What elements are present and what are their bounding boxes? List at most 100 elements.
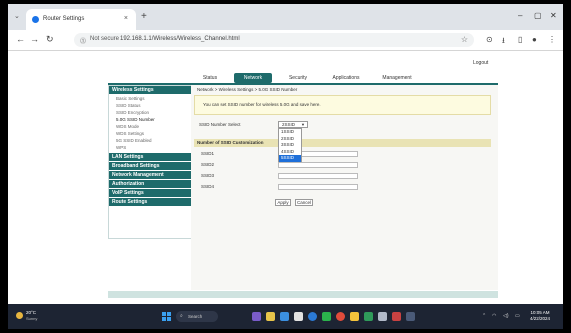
windows-start-icon[interactable] [162, 312, 171, 321]
logout-link[interactable]: Logout [473, 60, 488, 66]
dropdown-option[interactable]: 1SSID [279, 129, 301, 136]
sidebar-section-voip[interactable]: VoIP Settings [109, 189, 191, 197]
sidebar-item-5g-ssid-number[interactable]: 5.0G SSID Number [116, 117, 155, 122]
sidebar-item-ssid-status[interactable]: SSID Status [116, 103, 141, 108]
breadcrumb: Network > Wireless Settings > 5.0G SSID … [197, 87, 298, 92]
sidebar-section-broadband[interactable]: Broadband Settings [109, 162, 191, 170]
tab-strip: ⌄ Router Settings × + – ▢ ✕ [8, 4, 563, 30]
minimize-button[interactable]: – [518, 11, 522, 20]
browser-menu-icon[interactable]: ⋮ [548, 35, 556, 44]
security-label: Not secure [90, 36, 120, 42]
maximize-button[interactable]: ▢ [534, 11, 542, 20]
ssid3-label: SSID3 [201, 173, 215, 178]
ssid-number-dropdown-list: 1SSID 2SSID 3SSID 4SSID 5SSID [278, 128, 302, 162]
taskbar-search-input[interactable]: ⌕ Search [176, 311, 218, 322]
reload-button[interactable]: ↻ [46, 34, 54, 45]
back-button[interactable]: ← [16, 34, 25, 44]
ssid-number-value: 2SSID [282, 122, 296, 127]
chrome-icon[interactable] [336, 312, 345, 321]
tray-overflow-icon[interactable]: ⌃ [482, 313, 486, 319]
tab-title: Router Settings [43, 16, 85, 22]
clock[interactable]: 10:05 AM 4/22/2024 [530, 310, 550, 322]
info-note: You can set SSID number for wireless 5.0… [194, 95, 491, 115]
weather-widget[interactable]: 20°C Sunny [16, 308, 46, 324]
app-icon[interactable] [392, 312, 401, 321]
sidebar-item-wds-settings[interactable]: WDS Settings [116, 131, 144, 136]
volume-icon[interactable]: ◁) [503, 313, 509, 319]
app-icon[interactable] [294, 312, 303, 321]
app-icon[interactable] [406, 312, 415, 321]
tab-close-icon[interactable]: × [124, 15, 128, 22]
ssid4-input[interactable] [278, 184, 358, 190]
url-input[interactable]: ⓵ Not secure 192.168.1.1/Wireless/Wirele… [74, 33, 474, 47]
ssid-number-label: SSID Number Select [199, 122, 241, 127]
dropdown-option[interactable]: 2SSID [279, 136, 301, 143]
clock-date: 4/22/2024 [530, 316, 551, 321]
download-icon[interactable]: ⭳ [502, 35, 505, 49]
sidebar-item-basic-settings[interactable]: Basic Settings [116, 96, 145, 101]
tab-management[interactable]: Management [372, 73, 422, 83]
new-tab-button[interactable]: + [141, 11, 147, 22]
taskbar: 20°C Sunny ⌕ Search ⌃ ◠ ◁) ▭ 10:05 AM 4/… [8, 304, 563, 329]
chevron-down-icon: ▼ [301, 122, 305, 127]
sidebar-item-ssid-encryption[interactable]: SSID Encryption [116, 110, 149, 115]
ssid-table-header: Number of SSID Customization [194, 139, 491, 147]
browser-window: ⌄ Router Settings × + – ▢ ✕ ← → ↻ ⓵ Not … [8, 4, 563, 329]
apply-button[interactable]: Apply [275, 199, 291, 206]
sidebar-section-network-management[interactable]: Network Management [109, 171, 191, 179]
sidebar-section-lan[interactable]: LAN Settings [109, 153, 191, 161]
folder-icon[interactable] [350, 312, 359, 321]
weather-temp: 20°C [26, 310, 37, 315]
sidebar-icon[interactable]: ▯ [518, 35, 522, 44]
cancel-button[interactable]: Cancel [295, 199, 313, 206]
file-explorer-icon[interactable] [280, 312, 289, 321]
sidebar: Wireless Settings Basic Settings SSID St… [108, 85, 192, 239]
ssid2-label: SSID2 [201, 162, 215, 167]
tab-list-icon[interactable]: ⌄ [14, 12, 20, 20]
ssid-number-select[interactable]: 2SSID ▼ [278, 121, 308, 128]
weather-condition: Sunny [26, 316, 38, 321]
sidebar-section-authorization[interactable]: Authorization [109, 180, 191, 188]
app-icon[interactable] [378, 312, 387, 321]
sidebar-item-wps[interactable]: WPS [116, 145, 126, 150]
footer-strip [108, 291, 498, 298]
tab-applications[interactable]: Applications [324, 73, 368, 83]
url-text: 192.168.1.1/Wireless/Wireless_Channel.ht… [120, 36, 240, 42]
ssid-table-header-text: Number of SSID Customization [197, 140, 264, 145]
extension-icon[interactable]: ⊙ [486, 35, 493, 44]
search-icon: ⌕ [180, 313, 183, 319]
edge-icon[interactable] [308, 312, 317, 321]
sidebar-item-wds-mode[interactable]: WDS Mode [116, 124, 139, 129]
wifi-icon[interactable]: ◠ [492, 313, 496, 319]
tab-network[interactable]: Network [234, 73, 272, 83]
task-view-icon[interactable] [252, 312, 261, 321]
bookmark-star-icon[interactable]: ☆ [461, 35, 468, 44]
info-note-text: You can set SSID number for wireless 5.0… [203, 102, 321, 107]
battery-icon[interactable]: ▭ [515, 313, 520, 319]
ssid2-input[interactable] [278, 162, 358, 168]
content-panel: Network > Wireless Settings > 5.0G SSID … [191, 85, 498, 290]
sun-icon [16, 312, 23, 319]
tab-status[interactable]: Status [190, 73, 230, 83]
dropdown-option-highlighted[interactable]: 5SSID [279, 155, 301, 162]
close-window-button[interactable]: ✕ [550, 11, 557, 20]
app-icon[interactable] [322, 312, 331, 321]
profile-icon[interactable]: ● [532, 35, 537, 44]
dropdown-option[interactable]: 4SSID [279, 149, 301, 156]
sidebar-section-route[interactable]: Route Settings [109, 198, 191, 206]
sidebar-section-wireless[interactable]: Wireless Settings [109, 86, 191, 94]
info-icon[interactable]: ⓵ [80, 36, 86, 45]
search-placeholder: Search [188, 314, 203, 319]
top-nav: Status Network Security Applications Man… [190, 73, 422, 83]
browser-tab[interactable]: Router Settings × [26, 9, 136, 30]
widgets-icon[interactable] [266, 312, 275, 321]
dropdown-option[interactable]: 3SSID [279, 142, 301, 149]
ssid1-label: SSID1 [201, 151, 215, 156]
address-bar-row: ← → ↻ ⓵ Not secure 192.168.1.1/Wireless/… [8, 30, 563, 51]
ssid3-input[interactable] [278, 173, 358, 179]
tab-security[interactable]: Security [278, 73, 318, 83]
app-icon[interactable] [364, 312, 373, 321]
forward-button[interactable]: → [30, 34, 39, 44]
router-page: Logout Status Network Security Applicati… [8, 51, 563, 304]
sidebar-item-5g-ssid-enabled[interactable]: 5G SSID Enabled [116, 138, 152, 143]
